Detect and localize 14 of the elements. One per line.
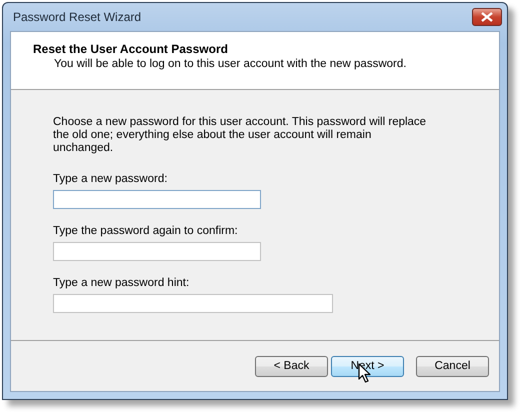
wizard-button[interactable]: < Back <box>255 356 328 376</box>
password-field[interactable] <box>53 190 261 209</box>
page-subtitle: You will be able to log on to this user account with the new password. <box>54 58 408 70</box>
instructions-text: Choose a new password for this user account. This password will replace the old one; everything else about the user account will remain unchanged. <box>53 116 428 155</box>
password-field[interactable] <box>53 242 261 261</box>
field-label: Type the password again to confirm: <box>53 225 239 237</box>
wizard-button[interactable]: Cancel <box>416 356 489 376</box>
field-label: Type a new password: <box>53 173 168 185</box>
close-icon <box>481 12 493 22</box>
window-title: Password Reset Wizard <box>12 10 142 24</box>
password-field[interactable] <box>53 294 333 313</box>
page-heading: Reset the User Account Password <box>33 42 229 56</box>
close-button[interactable] <box>472 8 502 26</box>
field-label: Type a new password hint: <box>53 277 190 289</box>
